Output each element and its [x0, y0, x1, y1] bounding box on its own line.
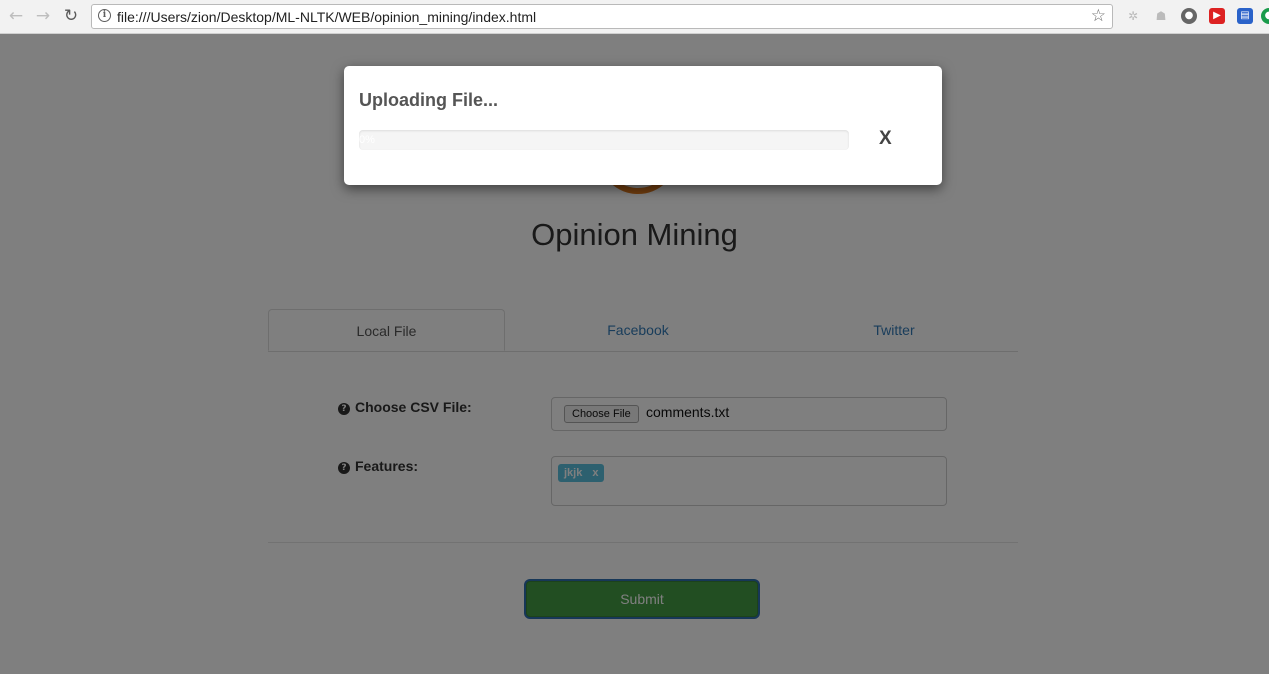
- bookmark-star-icon[interactable]: ☆: [1091, 6, 1106, 26]
- forward-arrow-icon[interactable]: →: [32, 5, 54, 27]
- extension-icon-3[interactable]: ●: [1181, 8, 1197, 24]
- browser-toolbar: ← → ↻ i file:///Users/zion/Desktop/ML-NL…: [0, 0, 1269, 34]
- green-extension-icon[interactable]: ●: [1261, 8, 1269, 24]
- youtube-icon[interactable]: ▶: [1209, 8, 1225, 24]
- modal-title: Uploading File...: [359, 90, 498, 110]
- close-modal-button[interactable]: X: [879, 128, 892, 150]
- extension-icon-1[interactable]: ✲: [1125, 8, 1141, 24]
- back-arrow-icon[interactable]: ←: [5, 5, 27, 27]
- progress-text: 0%: [359, 134, 375, 146]
- info-icon[interactable]: i: [98, 9, 111, 22]
- upload-progress-bar: 0%: [359, 130, 849, 150]
- upload-modal: Uploading File... 0% X: [344, 66, 942, 185]
- save-icon[interactable]: ▤: [1237, 8, 1253, 24]
- extension-icon-2[interactable]: ☗: [1153, 8, 1169, 24]
- url-text[interactable]: file:///Users/zion/Desktop/ML-NLTK/WEB/o…: [117, 9, 536, 25]
- reload-icon[interactable]: ↻: [60, 5, 82, 27]
- address-bar[interactable]: i file:///Users/zion/Desktop/ML-NLTK/WEB…: [91, 4, 1113, 29]
